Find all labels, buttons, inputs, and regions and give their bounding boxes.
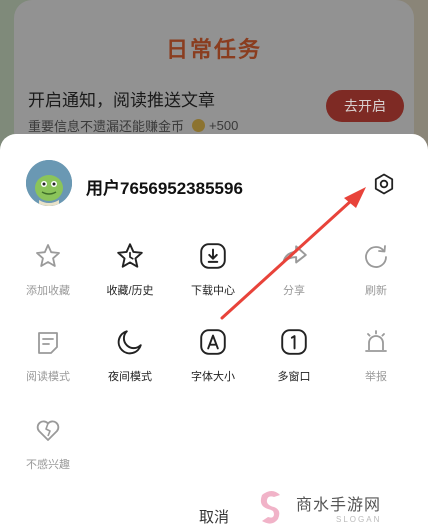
task-title: 开启通知，阅读推送文章 [28,91,215,110]
font-a-icon [197,326,229,358]
task-subtitle: 重要信息不遗漏还能赚金币 [28,119,185,134]
menu-item-reading-mode[interactable]: 阅读模式 [5,326,91,384]
reader-icon [32,326,64,358]
coin-icon [192,119,206,132]
menu-item-report[interactable]: 举报 [333,326,419,384]
menu-item-night-mode[interactable]: 夜间模式 [87,326,173,384]
star-clock-icon [114,240,146,272]
menu-item-label: 下载中心 [191,285,235,297]
task-reward: +500 [209,118,239,133]
watermark-slogan: SLOGAN [336,514,382,524]
share-icon [278,240,310,272]
task-subtitle-row: 重要信息不遗漏还能赚金币 +500 [28,116,238,135]
menu-item-label: 举报 [365,371,387,383]
menu-item-label: 阅读模式 [26,371,70,383]
menu-item-label: 字体大小 [191,371,235,383]
menu-item-not-interested[interactable]: 不感兴趣 [5,414,91,472]
username: 用户7656952385596 [86,179,243,198]
menu-item-label: 添加收藏 [26,285,70,297]
refresh-icon [360,240,392,272]
watermark: 商水手游网 SLOGAN [252,484,426,530]
alarm-icon [360,326,392,358]
menu-item-refresh[interactable]: 刷新 [333,240,419,298]
download-icon [197,240,229,272]
menu-item-label: 夜间模式 [108,371,152,383]
star-outline-icon [32,240,64,272]
daily-task-title: 日常任务 [165,37,262,62]
enable-notification-button[interactable]: 去开启 [326,90,404,122]
menu-item-multi-window[interactable]: 多窗口 [251,326,337,384]
menu-item-download-center[interactable]: 下载中心 [170,240,256,298]
menu-item-label: 收藏/历史 [106,285,154,297]
gear-icon [374,173,394,195]
menu-item-label: 多窗口 [277,371,311,383]
more-menu-sheet: 用户7656952385596 添加收藏 收藏/历史 下载中心 分享 刷新 阅读… [0,134,428,532]
moon-icon [114,326,146,358]
window-one-icon [278,326,310,358]
menu-item-add-favorite[interactable]: 添加收藏 [5,240,91,298]
watermark-text: 商水手游网 [296,496,382,514]
broken-heart-icon [32,414,64,446]
menu-item-font-size[interactable]: 字体大小 [170,326,256,384]
avatar[interactable] [26,160,72,206]
avatar-dino-icon [26,160,72,206]
menu-item-share[interactable]: 分享 [251,240,337,298]
menu-item-favorites-history[interactable]: 收藏/历史 [87,240,173,298]
menu-item-label: 不感兴趣 [26,459,70,471]
menu-item-label: 分享 [283,285,305,297]
watermark-logo-icon [252,486,292,528]
settings-button[interactable] [370,170,398,198]
menu-item-label: 刷新 [365,285,387,297]
